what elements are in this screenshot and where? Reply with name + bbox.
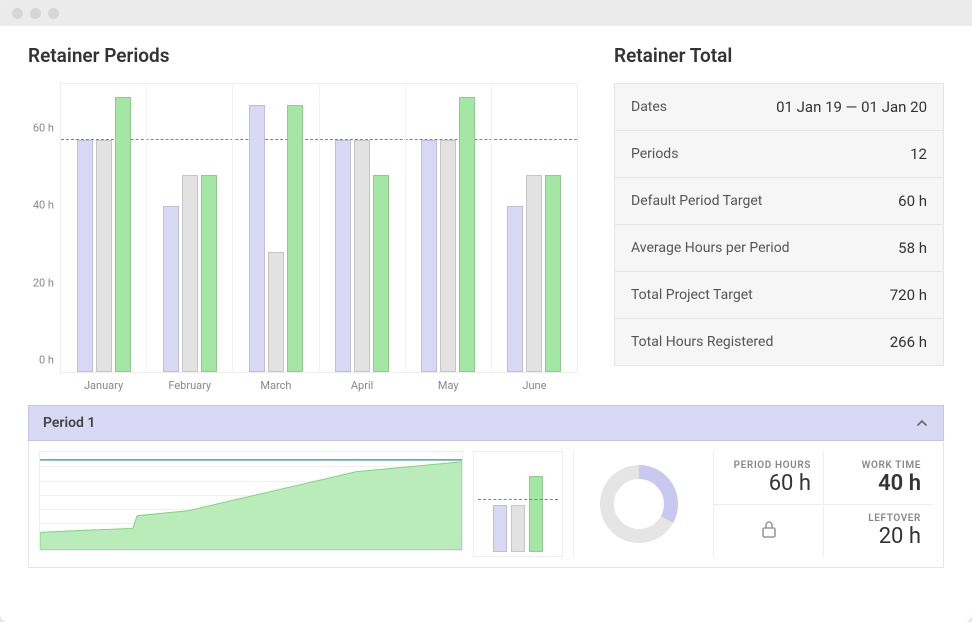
y-tick-label: 60 h <box>33 122 54 135</box>
stat-value: 40 h <box>878 471 921 496</box>
period-header-toggle[interactable]: Period 1 <box>28 405 944 441</box>
period-mini-bar-chart <box>473 451 563 557</box>
summary-row: Average Hours per Period 58 h <box>615 225 943 272</box>
bar-green <box>287 105 303 372</box>
summary-value: 720 h <box>890 286 927 304</box>
window-dot <box>30 8 41 19</box>
bar-green <box>459 97 475 372</box>
summary-label: Periods <box>631 146 678 162</box>
bar-gray <box>268 252 284 372</box>
period-donut-chart <box>596 461 682 547</box>
y-tick-label: 20 h <box>33 276 54 289</box>
month-label: April <box>351 379 373 392</box>
top-row: Retainer Periods 0 h 20 h 40 h 60 h January… <box>28 44 944 393</box>
bar-gray <box>96 140 112 372</box>
bar-green <box>201 175 217 372</box>
period-donut-cell <box>573 451 703 557</box>
month-group: January <box>61 84 147 372</box>
month-group: March <box>233 84 319 372</box>
month-label: January <box>84 379 123 392</box>
total-title: Retainer Total <box>614 44 944 67</box>
stat-leftover: LEFTOVER 20 h <box>823 504 933 557</box>
bar-gray <box>354 140 370 372</box>
summary-label: Total Project Target <box>631 287 753 303</box>
periods-bar-chart: 0 h20 h40 h60 h JanuaryFebruaryMarchApri… <box>28 83 578 393</box>
lock-icon <box>760 519 778 543</box>
bar-gray <box>526 175 542 372</box>
window-dot <box>48 8 59 19</box>
summary-value: 266 h <box>890 333 927 351</box>
stat-label: LEFTOVER <box>868 513 921 524</box>
periods-title: Retainer Periods <box>28 44 578 67</box>
period-area-chart <box>39 451 463 551</box>
chevron-up-icon <box>915 416 929 430</box>
period-section: Period 1 PERIOD HOURS 60 h <box>28 405 944 568</box>
summary-value: 60 h <box>898 192 927 210</box>
summary-label: Default Period Target <box>631 193 762 209</box>
month-label: February <box>168 379 211 392</box>
month-group: June <box>492 84 577 372</box>
bar-purple <box>335 140 351 372</box>
mini-bar-green <box>529 476 543 552</box>
content-area: Retainer Periods 0 h 20 h 40 h 60 h January… <box>0 26 972 622</box>
summary-value: 58 h <box>898 239 927 257</box>
summary-row: Dates 01 Jan 19 — 01 Jan 20 <box>615 84 943 131</box>
month-group: February <box>147 84 233 372</box>
month-label: May <box>438 379 459 392</box>
stat-value: 20 h <box>879 524 921 549</box>
month-label: March <box>260 379 291 392</box>
month-label: June <box>522 379 546 392</box>
month-group: April <box>320 84 406 372</box>
month-group: May <box>406 84 492 372</box>
bar-green <box>115 97 131 372</box>
bar-purple <box>249 105 265 372</box>
summary-label: Dates <box>631 99 667 115</box>
stat-label: WORK TIME <box>862 460 921 471</box>
bar-green <box>545 175 561 372</box>
target-line <box>478 499 558 500</box>
mini-bar-purple <box>493 505 507 552</box>
stat-period-hours: PERIOD HOURS 60 h <box>713 451 823 504</box>
stat-locked <box>713 504 823 557</box>
stat-value: 60 h <box>769 471 811 496</box>
retainer-total-panel: Retainer Total Dates 01 Jan 19 — 01 Jan 2… <box>614 44 944 393</box>
mini-bar-gray <box>511 505 525 552</box>
y-tick-label: 40 h <box>33 199 54 212</box>
window-dot <box>12 8 23 19</box>
bar-green <box>373 175 389 372</box>
summary-table: Dates 01 Jan 19 — 01 Jan 20 Periods 12 Defau… <box>614 83 944 366</box>
retainer-periods-panel: Retainer Periods 0 h 20 h 40 h 60 h January… <box>28 44 578 393</box>
summary-row: Total Hours Registered 266 h <box>615 319 943 365</box>
period-title: Period 1 <box>43 415 95 431</box>
summary-row: Periods 12 <box>615 131 943 178</box>
app-window: Retainer Periods 0 h 20 h 40 h 60 h January… <box>0 0 972 622</box>
stat-label: PERIOD HOURS <box>734 460 811 471</box>
summary-label: Average Hours per Period <box>631 240 790 256</box>
summary-row: Default Period Target 60 h <box>615 178 943 225</box>
chart-y-axis: 0 h 20 h 40 h 60 h <box>28 83 60 393</box>
summary-value: 12 <box>910 145 927 163</box>
bar-gray <box>440 140 456 372</box>
stat-work-time: WORK TIME 40 h <box>823 451 933 504</box>
summary-value: 01 Jan 19 — 01 Jan 20 <box>776 98 927 116</box>
summary-label: Total Hours Registered <box>631 334 773 350</box>
period-stats-grid: PERIOD HOURS 60 h WORK TIME 40 h LEFTOVE… <box>713 451 933 557</box>
chart-plot-area: JanuaryFebruaryMarchAprilMayJune <box>60 83 578 373</box>
bar-purple <box>507 206 523 372</box>
bar-purple <box>163 206 179 372</box>
bar-gray <box>182 175 198 372</box>
y-tick-label: 0 h <box>39 354 54 367</box>
window-titlebar <box>0 0 972 26</box>
summary-row: Total Project Target 720 h <box>615 272 943 319</box>
period-body: PERIOD HOURS 60 h WORK TIME 40 h LEFTOVE… <box>28 441 944 568</box>
bar-purple <box>77 140 93 372</box>
bar-purple <box>421 140 437 372</box>
